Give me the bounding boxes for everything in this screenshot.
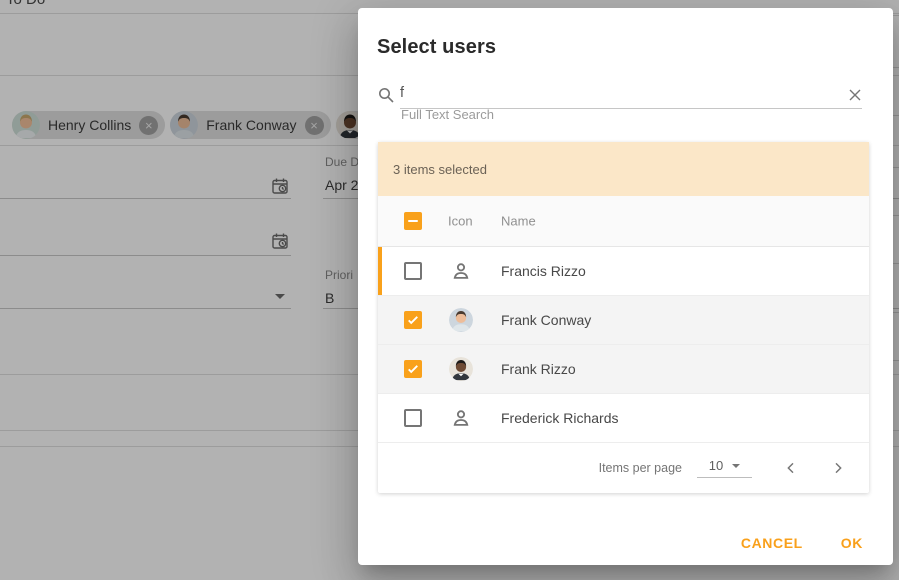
users-table-card: 3 items selected Icon Name Francis Rizzo…	[378, 142, 869, 493]
row-checkbox[interactable]	[404, 262, 422, 280]
selection-summary-banner: 3 items selected	[378, 142, 869, 196]
person-outline-icon	[449, 407, 473, 429]
user-name: Frederick Richards	[501, 410, 618, 426]
dialog-title: Select users	[377, 36, 496, 59]
column-header-icon: Icon	[448, 214, 473, 229]
table-paginator: Items per page 10	[378, 443, 869, 493]
table-header: Icon Name	[378, 196, 869, 247]
page-size-select[interactable]: 10	[697, 458, 752, 478]
avatar-frank-rizzo	[449, 357, 473, 381]
user-name: Francis Rizzo	[501, 263, 586, 279]
search-hint: Full Text Search	[401, 107, 494, 122]
select-all-checkbox[interactable]	[404, 212, 422, 230]
dialog-actions: CANCEL OK	[741, 533, 863, 553]
previous-page-button[interactable]	[782, 459, 800, 477]
row-checkbox[interactable]	[404, 409, 422, 427]
select-users-dialog: Select users Full Text Search 3 items se…	[358, 8, 893, 565]
user-name: Frank Conway	[501, 312, 591, 328]
next-page-button[interactable]	[829, 459, 847, 477]
column-header-name: Name	[501, 214, 536, 229]
dropdown-caret-icon	[732, 464, 740, 468]
table-row-francis-rizzo[interactable]: Francis Rizzo	[378, 247, 869, 296]
avatar-frank-conway	[449, 308, 473, 332]
cancel-button[interactable]: CANCEL	[741, 533, 803, 553]
selection-summary-text: 3 items selected	[393, 162, 487, 177]
page-size-value: 10	[709, 458, 723, 473]
ok-button[interactable]: OK	[841, 533, 863, 553]
table-row-frank-conway[interactable]: Frank Conway	[378, 296, 869, 345]
user-name: Frank Rizzo	[501, 361, 576, 377]
table-row-frederick-richards[interactable]: Frederick Richards	[378, 394, 869, 443]
clear-search-icon[interactable]	[847, 87, 863, 103]
search-input[interactable]	[400, 82, 830, 104]
person-outline-icon	[449, 260, 473, 282]
table-row-frank-rizzo[interactable]: Frank Rizzo	[378, 345, 869, 394]
row-checkbox[interactable]	[404, 311, 422, 329]
items-per-page-label: Items per page	[599, 461, 682, 475]
search-icon	[378, 87, 394, 103]
row-checkbox[interactable]	[404, 360, 422, 378]
